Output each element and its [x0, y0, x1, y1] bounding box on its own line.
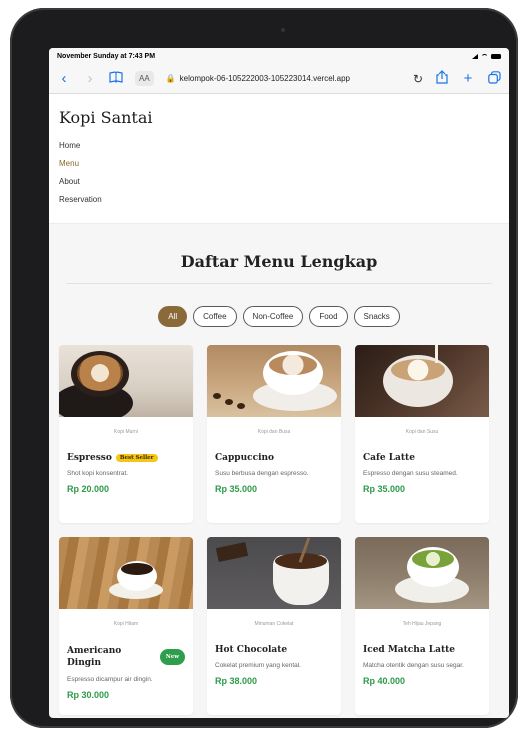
- battery-icon: [491, 53, 501, 59]
- book-icon[interactable]: [109, 71, 123, 86]
- card-title-text: Hot Chocolate: [215, 645, 288, 655]
- card-category: Kopi dan Busa: [257, 429, 291, 435]
- card-title: Americano Dingin New: [67, 645, 185, 669]
- new-badge: New: [159, 649, 185, 665]
- camera: [281, 28, 285, 32]
- card-price: Rp 40.000: [363, 676, 406, 686]
- card-price: Rp 38.000: [215, 676, 258, 686]
- share-icon[interactable]: [435, 70, 449, 87]
- menu-grid: Kopi Murni Espresso Best Seller Shot kop…: [49, 327, 509, 715]
- wifi-icon: [481, 53, 488, 59]
- card-title-text: Cafe Latte: [363, 453, 415, 463]
- card-category: Minuman Cokelat: [254, 621, 294, 627]
- plus-icon[interactable]: +: [461, 71, 475, 86]
- title-divider: [66, 283, 492, 284]
- menu-card[interactable]: Kopi Murni Espresso Best Seller Shot kop…: [59, 345, 193, 523]
- address-bar[interactable]: 🔒 kelompok-06-105222003-105223014.vercel…: [166, 74, 401, 83]
- best-seller-badge: Best Seller: [115, 454, 158, 462]
- card-description: Susu berbusa dengan espresso.: [215, 470, 309, 477]
- card-price: Rp 35.000: [363, 484, 406, 494]
- reload-icon[interactable]: ↻: [413, 72, 423, 86]
- hot-chocolate-image: [207, 537, 341, 609]
- browser-toolbar: ‹ › AA 🔒 kelompok-06-105222003-105223014…: [49, 64, 509, 94]
- card-category: Teh Hijau Jepang: [402, 621, 442, 627]
- url-text: kelompok-06-105222003-105223014.vercel.a…: [179, 74, 350, 83]
- americano-image: [59, 537, 193, 609]
- web-page: Kopi Santai Home Menu About Reservation …: [49, 94, 509, 718]
- chevron-left-icon[interactable]: ‹: [57, 71, 71, 86]
- matcha-image: [355, 537, 489, 609]
- filter-all[interactable]: All: [158, 306, 188, 327]
- card-title: Espresso Best Seller: [67, 453, 185, 463]
- card-description: Shot kopi konsentrat.: [67, 470, 129, 477]
- filter-bar: All Coffee Non-Coffee Food Snacks: [49, 306, 509, 327]
- status-time: November Sunday at 7:43 PM: [57, 52, 156, 60]
- card-title: Hot Chocolate: [215, 645, 333, 655]
- device-screen: November Sunday at 7:43 PM ‹ › AA 🔒 kelo…: [49, 48, 509, 718]
- nav-about[interactable]: About: [59, 177, 499, 186]
- nav-menu[interactable]: Menu: [59, 159, 499, 168]
- filter-coffee[interactable]: Coffee: [193, 306, 237, 327]
- page-title: Daftar Menu Lengkap: [180, 252, 378, 271]
- filter-food[interactable]: Food: [309, 306, 348, 327]
- site-brand[interactable]: Kopi Santai: [59, 108, 499, 127]
- filter-non-coffee[interactable]: Non-Coffee: [242, 306, 304, 327]
- card-category: Kopi Hitam: [113, 621, 139, 627]
- chevron-right-icon[interactable]: ›: [83, 71, 97, 86]
- menu-card[interactable]: Kopi dan Busa Cappuccino Susu berbusa de…: [207, 345, 341, 523]
- menu-card[interactable]: Teh Hijau Jepang Iced Matcha Latte Match…: [355, 537, 489, 715]
- card-category: Kopi dan Susu: [405, 429, 439, 435]
- latte-image: [355, 345, 489, 417]
- site-header: Kopi Santai Home Menu About Reservation: [49, 94, 509, 224]
- status-icons: [472, 53, 501, 59]
- nav-reservation[interactable]: Reservation: [59, 195, 499, 204]
- signal-icon: [472, 53, 478, 59]
- card-title-text: Iced Matcha Latte: [363, 645, 455, 655]
- card-title: Cappuccino: [215, 453, 333, 463]
- filter-snacks[interactable]: Snacks: [353, 306, 400, 327]
- tablet-frame: November Sunday at 7:43 PM ‹ › AA 🔒 kelo…: [10, 8, 518, 728]
- card-price: Rp 30.000: [67, 690, 110, 700]
- card-title-text: Cappuccino: [215, 453, 275, 463]
- lock-icon: 🔒: [165, 74, 176, 83]
- card-title-text: Americano Dingin: [67, 646, 122, 668]
- card-price: Rp 35.000: [215, 484, 258, 494]
- card-category: Kopi Murni: [114, 429, 138, 435]
- tabs-icon[interactable]: [487, 70, 501, 87]
- card-description: Espresso dengan susu steamed.: [363, 470, 458, 477]
- card-price: Rp 20.000: [67, 484, 110, 494]
- menu-card[interactable]: Kopi dan Susu Cafe Latte Espresso dengan…: [355, 345, 489, 523]
- espresso-image: [59, 345, 193, 417]
- cappuccino-image: [207, 345, 341, 417]
- card-description: Matcha otentik dengan susu segar.: [363, 662, 464, 669]
- reader-aa-button[interactable]: AA: [135, 71, 154, 86]
- card-title: Cafe Latte: [363, 453, 481, 463]
- status-bar: November Sunday at 7:43 PM: [49, 48, 509, 64]
- menu-card[interactable]: Kopi Hitam Americano Dingin New Espresso…: [59, 537, 193, 715]
- menu-card[interactable]: Minuman Cokelat Hot Chocolate Cokelat pr…: [207, 537, 341, 715]
- card-description: Cokelat premium yang kental.: [215, 662, 301, 669]
- card-description: Espresso dicampur air dingin.: [67, 676, 153, 683]
- card-title: Iced Matcha Latte: [363, 645, 481, 655]
- nav-home[interactable]: Home: [59, 141, 499, 150]
- card-title-text: Espresso: [67, 453, 112, 463]
